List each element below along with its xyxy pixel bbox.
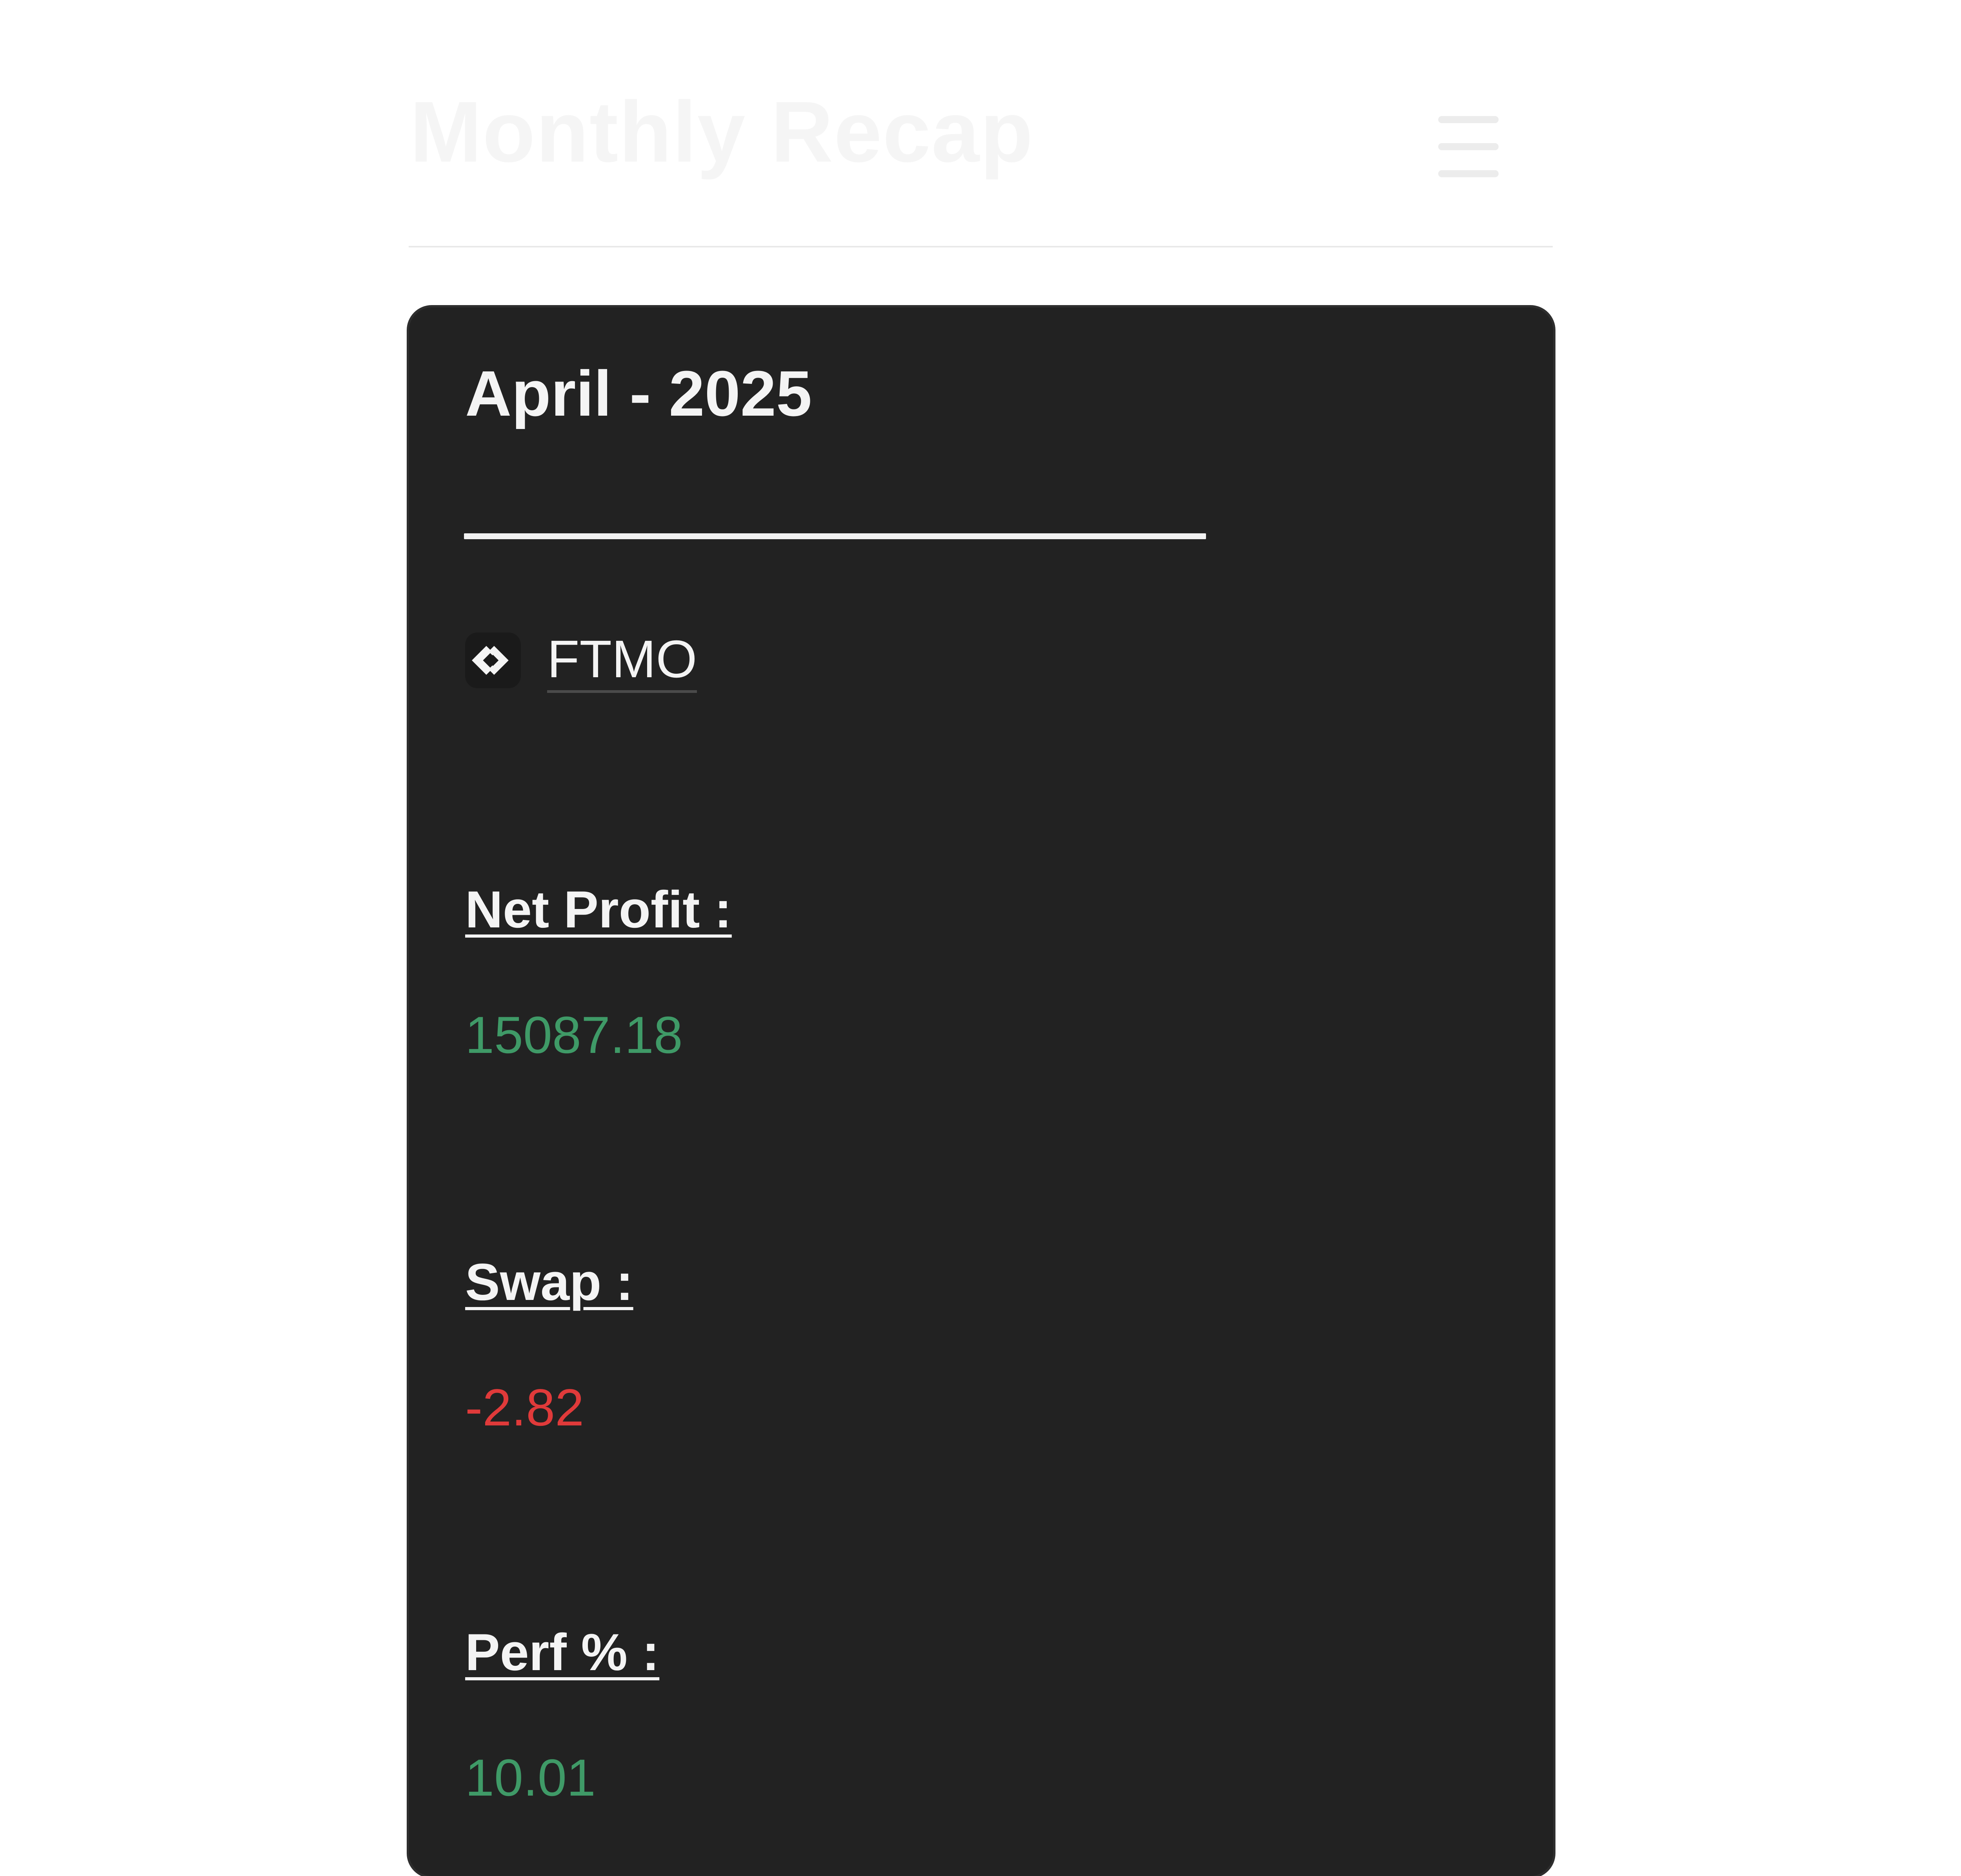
menu-bar-middle xyxy=(1438,143,1499,150)
site-header: Monthly Recap xyxy=(409,0,1553,247)
site-title[interactable]: Monthly Recap xyxy=(410,82,1034,182)
menu-button[interactable] xyxy=(1435,114,1502,180)
net-profit-value: 15087.18 xyxy=(465,1006,683,1064)
menu-bar-bottom xyxy=(1438,170,1499,177)
broker-name: FTMO xyxy=(547,628,697,693)
net-profit-label: Net Profit : xyxy=(465,881,732,939)
perf-percent-value: 10.01 xyxy=(465,1749,596,1807)
card-title: April - 2025 xyxy=(465,358,812,429)
swap-label: Swap : xyxy=(465,1253,633,1311)
monthly-recap-card: April - 2025 FTMO Net Profit : 15087.18 … xyxy=(409,307,1553,1876)
perf-percent-label: Perf % : xyxy=(465,1623,660,1681)
title-divider xyxy=(464,533,1206,539)
broker-link[interactable]: FTMO xyxy=(465,628,697,693)
menu-bar-top xyxy=(1438,116,1499,123)
swap-value: -2.82 xyxy=(465,1379,584,1437)
ftmo-logo-icon xyxy=(465,633,521,688)
